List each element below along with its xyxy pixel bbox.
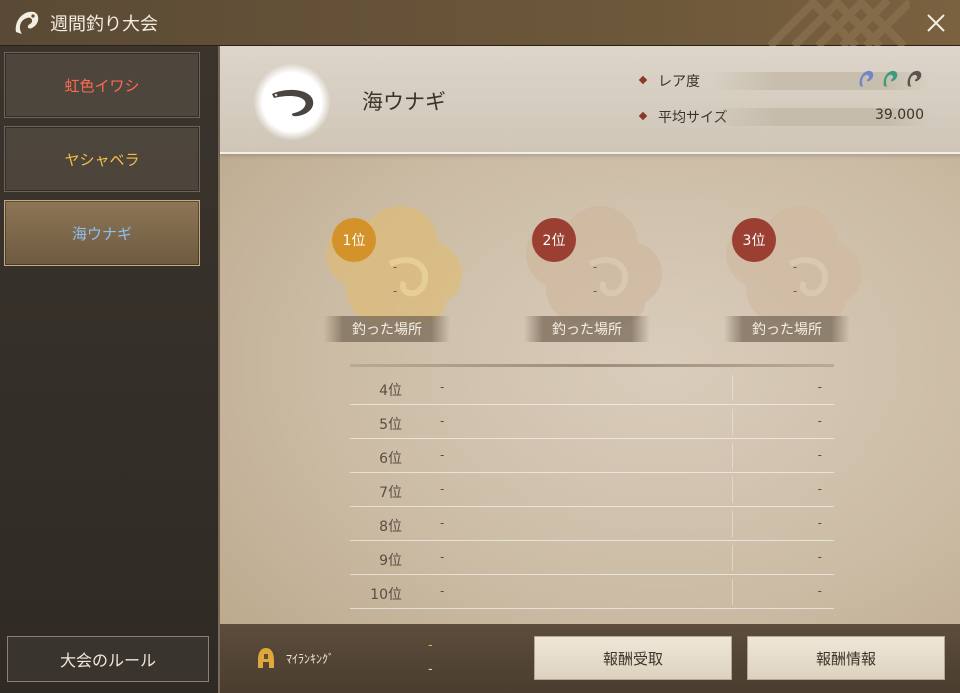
podium-third: 3位 - - 釣った場所 — [720, 204, 870, 344]
fish-emblem-icon — [15, 11, 39, 34]
table-row: 6位 - - — [350, 439, 834, 473]
fish-portrait — [254, 64, 330, 140]
close-icon[interactable] — [924, 11, 948, 35]
value-cell: - — [817, 584, 822, 598]
sidebar-item-sea-eel[interactable]: 海ウナギ — [4, 200, 200, 266]
value-cell: - — [817, 482, 822, 496]
podium-name: - — [392, 260, 398, 274]
name-cell: - — [440, 584, 445, 598]
rarity-icons — [856, 68, 924, 90]
sidebar-item-rainbow-sardine[interactable]: 虹色イワシ — [4, 52, 200, 118]
column-divider — [732, 511, 733, 537]
rank-cell: 4位 — [379, 383, 402, 399]
table-row: 7位 - - — [350, 473, 834, 507]
column-divider — [732, 409, 733, 435]
species-sidebar: 虹色イワシ ヤシャベラ 海ウナギ 大会のルール — [0, 46, 218, 693]
podium-name: - — [592, 260, 598, 274]
rank-cell: 7位 — [379, 485, 402, 501]
bullet-icon — [638, 75, 648, 85]
title-bar: 週間釣り大会 — [0, 0, 960, 46]
title-bar-decoration — [767, 0, 910, 46]
rank-cell: 8位 — [379, 519, 402, 535]
podium-first: 1位 - - 釣った場所 — [320, 204, 470, 344]
rank-badge-second: 2位 — [532, 218, 576, 262]
table-row: 5位 - - — [350, 405, 834, 439]
podium-name: - — [792, 260, 798, 274]
avg-size-value: 39.000 — [875, 107, 924, 123]
reward-info-button[interactable]: 報酬情報 — [747, 636, 945, 680]
sidebar-item-yashabera[interactable]: ヤシャベラ — [4, 126, 200, 192]
column-divider — [732, 375, 733, 401]
my-ranking-label: ﾏｲﾗﾝｷﾝｸﾞ — [286, 652, 335, 666]
column-divider — [732, 477, 733, 503]
my-ranking-value: - — [428, 638, 433, 653]
value-cell: - — [817, 414, 822, 428]
rank-cell: 9位 — [379, 553, 402, 569]
claim-reward-button[interactable]: 報酬受取 — [534, 636, 732, 680]
my-ranking-value-secondary: - — [428, 662, 433, 677]
rarity-fish-icon — [883, 70, 898, 87]
window-title: 週間釣り大会 — [50, 14, 158, 35]
podium-second: 2位 - - 釣った場所 — [520, 204, 670, 344]
table-row: 9位 - - — [350, 541, 834, 575]
rules-button[interactable]: 大会のルール — [7, 636, 209, 682]
podium-value: - — [792, 284, 798, 298]
table-row: 8位 - - — [350, 507, 834, 541]
column-divider — [732, 545, 733, 571]
ranking-table: 4位 - - 5位 - - 6位 - - 7位 - - 8位 - - 9位 - … — [350, 364, 834, 609]
catch-location-label: 釣った場所 — [324, 316, 450, 342]
table-divider — [350, 364, 834, 367]
rank-cell: 10位 — [370, 587, 402, 603]
avg-size-row: 平均サイズ 39.000 — [638, 106, 930, 128]
catch-location-label: 釣った場所 — [524, 316, 650, 342]
name-cell: - — [440, 482, 445, 496]
rank-cell: 6位 — [379, 451, 402, 467]
value-cell: - — [817, 550, 822, 564]
table-row: 10位 - - — [350, 575, 834, 609]
catch-location-label: 釣った場所 — [724, 316, 850, 342]
name-cell: - — [440, 516, 445, 530]
name-cell: - — [440, 448, 445, 462]
name-cell: - — [440, 550, 445, 564]
podium-value: - — [592, 284, 598, 298]
fish-name: 海ウナギ — [362, 90, 446, 114]
value-cell: - — [817, 380, 822, 394]
rarity-fish-icon — [907, 70, 922, 87]
table-row: 4位 - - — [350, 371, 834, 405]
podium-value: - — [392, 284, 398, 298]
rank-badge-first: 1位 — [332, 218, 376, 262]
rarity-row: レア度 — [638, 68, 930, 92]
helmet-icon — [258, 648, 274, 668]
sea-eel-icon — [272, 89, 314, 117]
value-cell: - — [817, 448, 822, 462]
name-cell: - — [440, 414, 445, 428]
footer-bar: ﾏｲﾗﾝｷﾝｸﾞ - - 報酬受取 報酬情報 — [218, 624, 960, 693]
rank-cell: 5位 — [379, 417, 402, 433]
column-divider — [732, 579, 733, 605]
name-cell: - — [440, 380, 445, 394]
rarity-label: レア度 — [658, 74, 700, 90]
main-panel: 海ウナギ レア度 平均サイズ 39.000 1位 - - 釣った場所 2位 - … — [218, 46, 960, 624]
column-divider — [732, 443, 733, 469]
rank-badge-third: 3位 — [732, 218, 776, 262]
fish-info-header: 海ウナギ レア度 平均サイズ 39.000 — [220, 46, 960, 154]
sidebar-item-label: 海ウナギ — [71, 224, 132, 243]
rarity-fish-icon — [859, 70, 874, 87]
sidebar-item-label: 虹色イワシ — [64, 76, 140, 95]
value-cell: - — [817, 516, 822, 530]
sidebar-item-label: ヤシャベラ — [64, 150, 140, 169]
bullet-icon — [638, 111, 648, 121]
